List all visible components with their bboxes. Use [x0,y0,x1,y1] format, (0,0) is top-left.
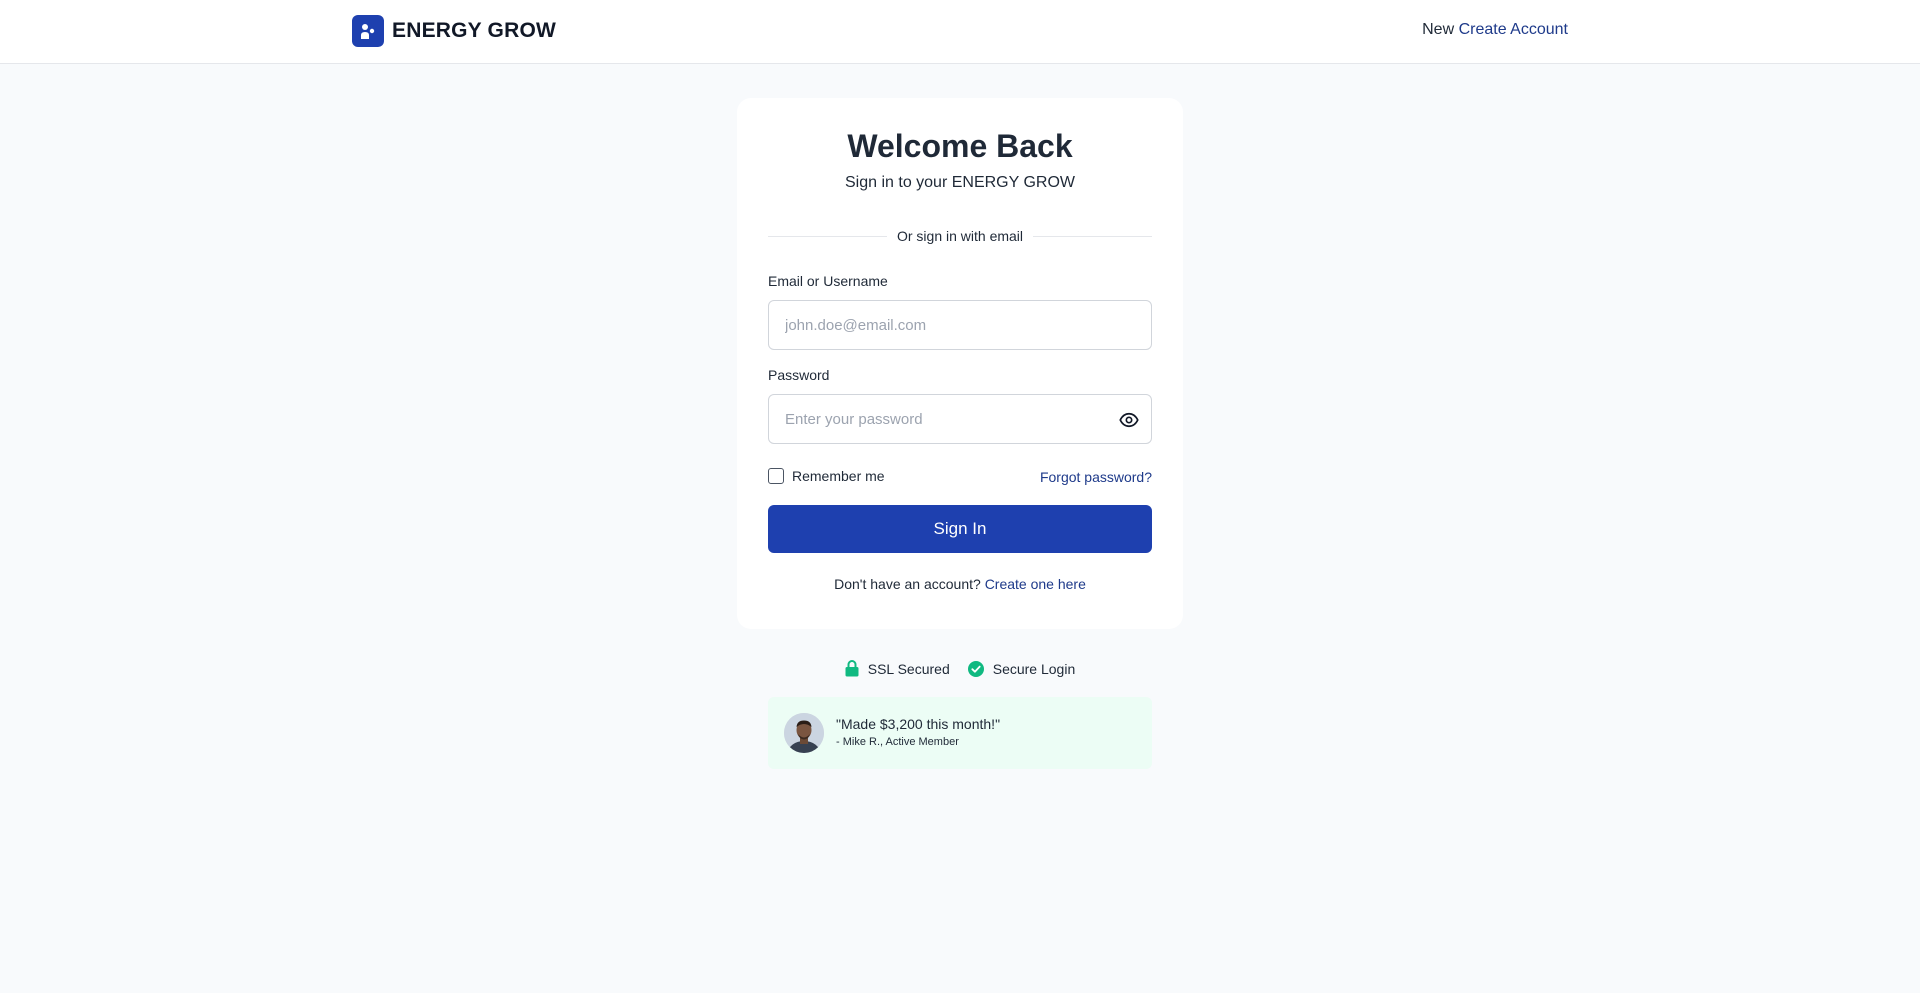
eye-icon [1119,412,1139,428]
create-one-link[interactable]: Create one here [985,576,1086,592]
remember-me-label: Remember me [792,468,885,484]
check-circle-icon [967,660,984,677]
password-label: Password [768,367,830,383]
remember-me-option[interactable]: Remember me [768,468,885,484]
email-divider: Or sign in with email [768,228,1153,244]
email-label: Email or Username [768,273,888,289]
remember-me-checkbox[interactable] [768,468,784,484]
lock-icon [845,660,859,677]
forgot-password-link[interactable]: Forgot password? [1040,469,1152,485]
brand-name: ENERGY GROW [392,19,556,42]
signup-prompt: Don't have an account? Create one here [737,576,1183,592]
page-title: Welcome Back [847,128,1073,164]
sign-in-button[interactable]: Sign In [768,505,1152,553]
testimonial-author: - Mike R., Active Member [836,736,959,748]
email-input[interactable] [769,301,1151,349]
password-field-wrapper [768,394,1152,444]
email-field-wrapper [768,300,1152,350]
divider-text: Or sign in with email [896,228,1024,244]
page-subtitle: Sign in to your ENERGY GROW [845,174,1075,191]
security-badges: SSL Secured Secure Login [0,660,1920,677]
testimonial-quote: "Made $3,200 this month!" [836,716,1001,732]
show-password-toggle[interactable] [1119,410,1139,430]
secure-login-label: Secure Login [992,660,1076,677]
ssl-badge: SSL Secured [845,660,950,677]
login-card: Welcome Back Sign in to your ENERGY GROW… [737,98,1183,629]
no-account-text: Don't have an account? [834,576,981,592]
ssl-label: SSL Secured [867,660,950,677]
testimonial-card: "Made $3,200 this month!" - Mike R., Act… [768,697,1152,769]
header-account-area: New Create Account [1422,21,1568,39]
secure-login-badge: Secure Login [967,660,1076,677]
login-options-row: Remember me Forgot password? [768,468,1152,488]
password-input[interactable] [769,395,1151,443]
top-navbar: ENERGY GROW New Create Account [0,0,1920,64]
new-label: New [1422,21,1455,38]
create-account-link[interactable]: Create Account [1459,21,1568,38]
divider-line-right [1033,235,1153,237]
brand-icon [352,15,384,47]
brand-logo-link[interactable]: ENERGY GROW [352,15,556,47]
divider-line-left [768,235,887,237]
avatar [784,713,824,753]
